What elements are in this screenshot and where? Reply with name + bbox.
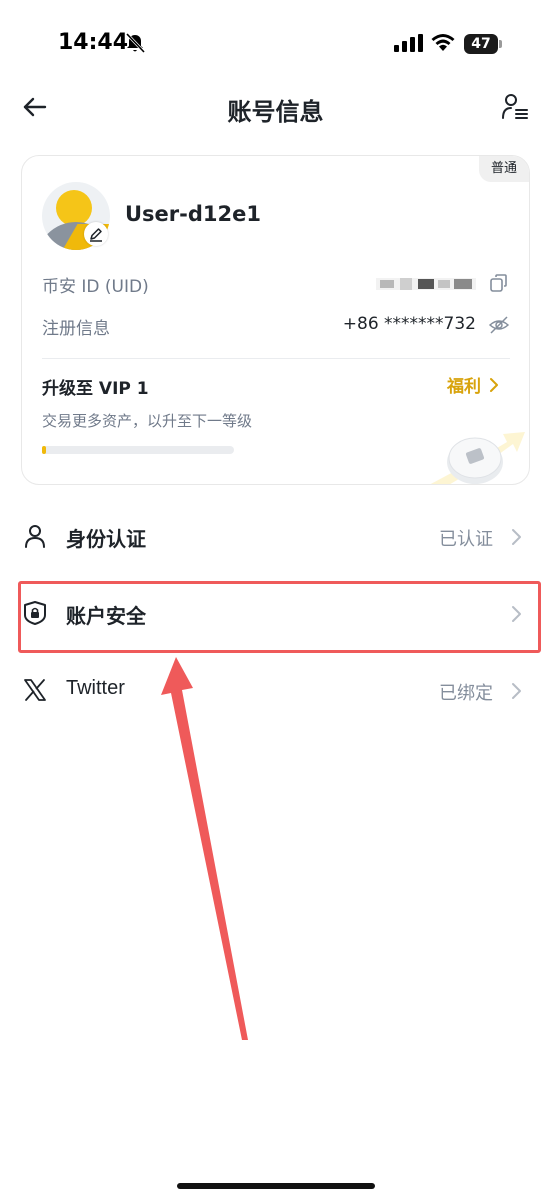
vip-perks-label: 福利 (447, 377, 481, 397)
coin-illustration (430, 432, 525, 484)
chevron-right-icon (512, 529, 521, 545)
wifi-icon (431, 34, 455, 51)
battery-level: 47 (464, 34, 498, 54)
home-indicator (177, 1183, 375, 1189)
account-switch-icon[interactable] (500, 92, 530, 122)
uid-value-masked (376, 278, 476, 290)
status-bar: 14:44 47 (0, 0, 551, 90)
header: 账号信息 (0, 80, 551, 136)
x-logo-icon (24, 679, 46, 701)
menu-item-identity[interactable]: 身份认证 已认证 (0, 509, 551, 565)
menu-item-label: 身份认证 (66, 527, 146, 551)
menu-item-twitter[interactable]: Twitter 已绑定 (0, 663, 551, 719)
username: User-d12e1 (125, 202, 261, 226)
vip-upgrade-title: 升级至 VIP 1 (42, 379, 149, 399)
copy-icon[interactable] (488, 272, 510, 294)
chevron-right-icon (512, 683, 521, 699)
vip-upgrade-subtitle: 交易更多资产，以升至下一等级 (42, 412, 253, 430)
chevron-right-icon[interactable] (487, 376, 501, 394)
registration-value: +86 *******732 (342, 314, 476, 334)
tier-badge: 普通 (479, 156, 529, 182)
vip-progress-bar (42, 446, 234, 454)
avatar-sun (56, 190, 92, 226)
uid-label: 币安 ID (UID) (42, 277, 149, 297)
pencil-icon (90, 228, 102, 242)
person-icon (25, 525, 45, 548)
edit-avatar-button[interactable] (84, 222, 108, 246)
card-divider (42, 358, 510, 359)
highlight-box (18, 581, 541, 653)
bell-muted-icon (125, 32, 146, 54)
vip-progress-fill (42, 446, 46, 454)
menu-item-status: 已认证 (439, 529, 493, 550)
battery-cap (499, 40, 502, 48)
menu-item-label: Twitter (66, 677, 125, 699)
uid-row: 币安 ID (UID) (42, 270, 510, 298)
page-title: 账号信息 (227, 98, 324, 126)
signal-icon (394, 34, 423, 52)
registration-row: 注册信息 +86 *******732 (42, 312, 510, 340)
status-time: 14:44 (58, 30, 129, 55)
registration-label: 注册信息 (42, 319, 110, 339)
menu-item-status: 已绑定 (439, 683, 493, 704)
battery-indicator: 47 (464, 34, 504, 54)
eye-hidden-icon[interactable] (488, 314, 510, 336)
profile-card: 普通 User-d12e1 币安 ID (UID) 注册信息 +86 *****… (21, 155, 530, 485)
